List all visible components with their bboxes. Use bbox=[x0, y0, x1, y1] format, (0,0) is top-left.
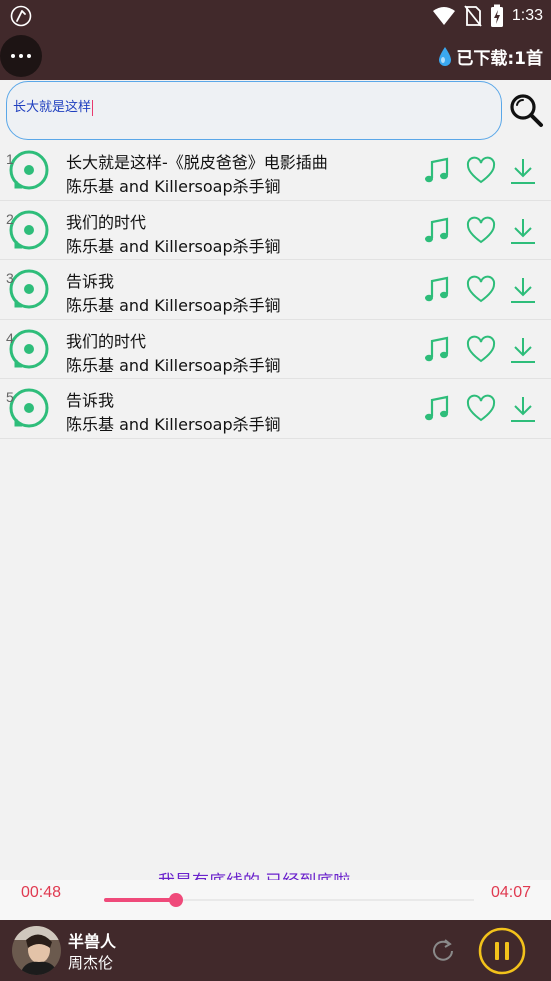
song-index: 1 bbox=[6, 151, 14, 167]
disc-icon bbox=[9, 269, 49, 309]
now-playing-artist: 周杰伦 bbox=[68, 954, 114, 972]
progress-thumb[interactable] bbox=[168, 893, 183, 907]
progress-slider[interactable] bbox=[104, 893, 474, 907]
no-sim-icon bbox=[464, 5, 482, 27]
progress-fill bbox=[104, 898, 176, 902]
more-dot-icon bbox=[27, 54, 31, 58]
downloaded-label: 已下载:1首 bbox=[456, 49, 543, 69]
music-note-icon[interactable] bbox=[422, 216, 452, 246]
song-row[interactable]: 5 告诉我陈乐基 and Killersoap杀手锏 bbox=[0, 379, 551, 439]
song-artist: 陈乐基 and Killersoap杀手锏 bbox=[66, 177, 281, 196]
song-artist: 陈乐基 and Killersoap杀手锏 bbox=[66, 415, 281, 434]
music-note-icon[interactable] bbox=[422, 275, 452, 305]
more-dot-icon bbox=[11, 54, 15, 58]
disc-icon bbox=[9, 150, 49, 190]
now-playing-title: 半兽人 bbox=[68, 932, 117, 951]
song-title: 告诉我 bbox=[66, 272, 115, 291]
music-note-icon[interactable] bbox=[422, 335, 452, 365]
album-cover[interactable] bbox=[12, 926, 61, 975]
download-icon[interactable] bbox=[508, 394, 538, 424]
song-title: 长大就是这样-《脱皮爸爸》电影插曲 bbox=[66, 153, 328, 172]
song-row[interactable]: 2 我们的时代陈乐基 and Killersoap杀手锏 bbox=[0, 201, 551, 260]
total-time: 04:07 bbox=[490, 884, 531, 901]
downloaded-indicator[interactable]: 已下载:1首 bbox=[436, 44, 543, 69]
more-menu-button[interactable] bbox=[0, 35, 42, 77]
app-header: 已下载:1首 bbox=[0, 32, 551, 80]
battery-charging-icon bbox=[490, 4, 503, 27]
search-box[interactable]: 长大就是这样 bbox=[6, 81, 502, 140]
favorite-heart-icon[interactable] bbox=[466, 156, 496, 186]
song-index: 5 bbox=[6, 389, 14, 405]
download-icon[interactable] bbox=[508, 335, 538, 365]
current-time: 00:48 bbox=[21, 884, 62, 901]
song-list: 1 长大就是这样-《脱皮爸爸》电影插曲 陈乐基 and Killersoap杀手锏 2… bbox=[0, 141, 551, 439]
more-dot-icon bbox=[19, 54, 23, 58]
favorite-heart-icon[interactable] bbox=[466, 394, 496, 424]
repeat-icon[interactable] bbox=[428, 936, 458, 966]
download-icon[interactable] bbox=[508, 216, 538, 246]
pause-icon[interactable] bbox=[478, 927, 526, 975]
text-caret bbox=[92, 99, 94, 116]
status-time: 1:33 bbox=[511, 7, 543, 24]
favorite-heart-icon[interactable] bbox=[466, 275, 496, 305]
download-icon[interactable] bbox=[508, 156, 538, 186]
disc-icon bbox=[9, 329, 49, 368]
progress-bar: 00:48 04:07 bbox=[0, 880, 551, 920]
song-title: 告诉我 bbox=[66, 391, 115, 410]
music-note-icon[interactable] bbox=[422, 394, 452, 424]
song-row[interactable]: 4 我们的时代陈乐基 and Killersoap杀手锏 bbox=[0, 320, 551, 379]
song-index: 2 bbox=[6, 210, 14, 227]
search-icon[interactable] bbox=[508, 92, 544, 128]
disc-icon bbox=[9, 210, 49, 249]
song-index: 4 bbox=[6, 329, 14, 346]
music-note-icon[interactable] bbox=[422, 156, 452, 186]
song-artist: 陈乐基 and Killersoap杀手锏 bbox=[66, 355, 281, 375]
disc-icon bbox=[9, 388, 49, 428]
song-row[interactable]: 3 告诉我陈乐基 and Killersoap杀手锏 bbox=[0, 260, 551, 320]
song-artist: 陈乐基 and Killersoap杀手锏 bbox=[66, 236, 281, 256]
download-icon[interactable] bbox=[508, 275, 538, 305]
water-drop-icon bbox=[439, 46, 452, 66]
app-notification-icon bbox=[10, 5, 32, 27]
search-input-value: 长大就是这样 bbox=[13, 100, 92, 115]
mini-player[interactable]: 半兽人 周杰伦 bbox=[0, 920, 551, 981]
song-artist: 陈乐基 and Killersoap杀手锏 bbox=[66, 296, 281, 315]
song-title: 我们的时代 bbox=[66, 331, 147, 351]
favorite-heart-icon[interactable] bbox=[466, 335, 496, 365]
song-title: 我们的时代 bbox=[66, 212, 147, 232]
status-bar: 1:33 bbox=[0, 0, 551, 32]
song-index: 3 bbox=[6, 270, 14, 286]
song-row[interactable]: 1 长大就是这样-《脱皮爸爸》电影插曲 陈乐基 and Killersoap杀手锏 bbox=[0, 141, 551, 201]
search-input[interactable]: 长大就是这样 bbox=[13, 96, 94, 116]
favorite-heart-icon[interactable] bbox=[466, 216, 496, 246]
wifi-icon bbox=[432, 7, 455, 25]
